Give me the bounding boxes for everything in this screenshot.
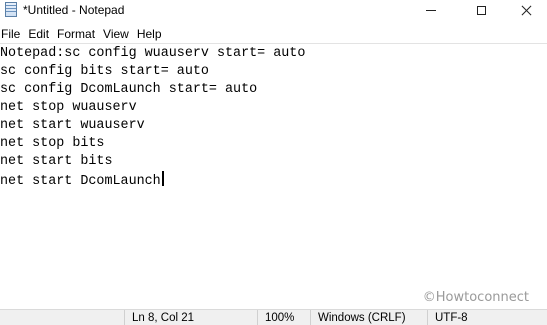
editor-line: sc config DcomLaunch start= auto [0,81,257,99]
line-text: net start DcomLaunch [0,174,161,189]
line-text: net stop bits [0,136,105,151]
editor-line: sc config bits start= auto [0,63,209,81]
title-bar[interactable]: *Untitled - Notepad [0,0,547,23]
notepad-window: *Untitled - Notepad File Edit Format Vie… [0,0,547,325]
line-text: sc config DcomLaunch start= auto [0,82,258,97]
line-ending: Windows (CRLF) [310,310,427,325]
maximize-icon [476,5,486,15]
zoom-level: 100% [257,310,310,325]
editor-line: net start wuauserv [0,117,145,135]
watermark: ©Howtoconnect [422,290,529,305]
menu-format[interactable]: Format [57,27,103,41]
text-caret [161,171,164,186]
line-text: net start wuauserv [0,118,145,133]
menu-help[interactable]: Help [137,27,170,41]
line-text: net stop wuauserv [0,100,137,115]
editor-line: net start DcomLaunch [0,171,164,189]
close-button[interactable] [503,0,547,20]
line-text: Notepad:sc config wuauserv start= auto [0,46,306,61]
notepad-icon [5,2,17,17]
menu-view[interactable]: View [103,27,137,41]
editor-line: Notepad:sc config wuauserv start= auto [0,45,305,63]
cursor-position: Ln 8, Col 21 [124,310,257,325]
menu-file[interactable]: File [0,27,28,41]
window-title: *Untitled - Notepad [23,3,125,17]
line-text: net start bits [0,154,113,169]
line-text: sc config bits start= auto [0,64,209,79]
editor-line: net start bits [0,153,113,171]
minimize-icon [426,9,436,11]
maximize-button[interactable] [458,0,504,20]
editor-line: net stop bits [0,135,104,153]
encoding: UTF-8 [427,310,547,325]
close-icon [521,5,532,16]
minimize-button[interactable] [408,0,454,20]
text-editor[interactable]: Notepad:sc config wuauserv start= auto s… [0,43,547,309]
menu-bar: File Edit Format View Help [0,24,170,43]
menu-edit[interactable]: Edit [28,27,57,41]
status-bar: Ln 8, Col 21 100% Windows (CRLF) UTF-8 [0,309,547,325]
editor-line: net stop wuauserv [0,99,137,117]
